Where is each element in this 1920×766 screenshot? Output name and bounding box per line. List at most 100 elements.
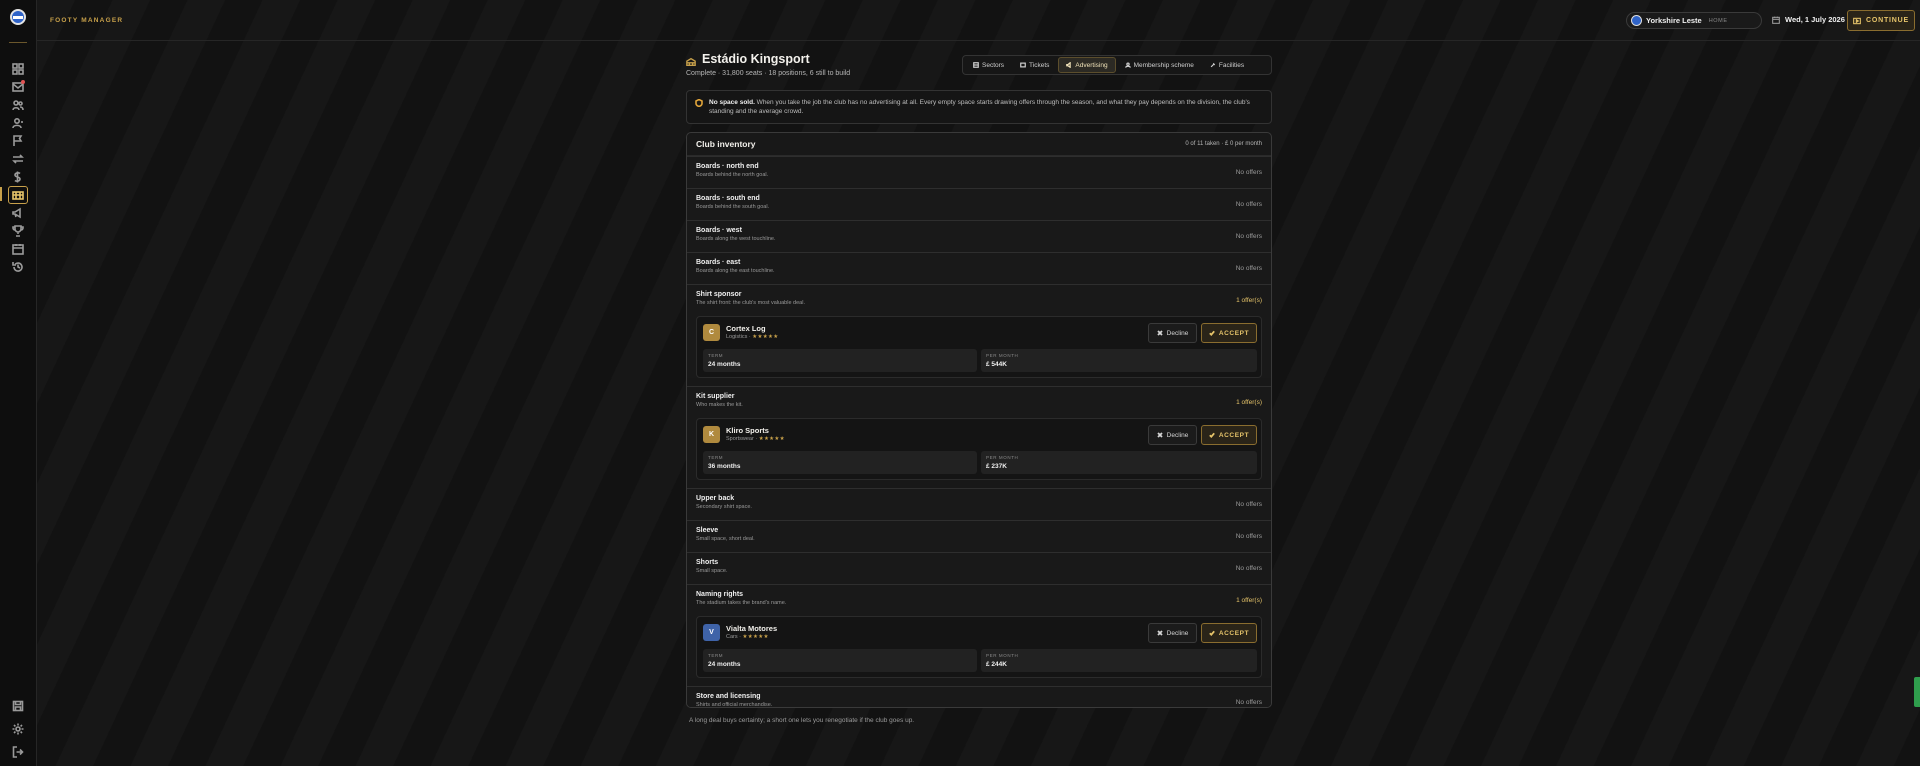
decline-label: Decline: [1166, 629, 1189, 637]
slot-name: Kit supplier: [696, 393, 735, 400]
tab-facilities[interactable]: Facilities: [1203, 57, 1251, 73]
term-box: TERM 36 months: [703, 451, 977, 474]
slot-status: No offers: [1235, 201, 1262, 208]
top-bar: FOOTY MANAGER Yorkshire Leste HOME Wed, …: [37, 0, 1920, 41]
inventory-title: Club inventory: [696, 139, 756, 149]
per-month-box: PER MONTH £ 544K: [981, 349, 1257, 372]
tactics-flag-icon[interactable]: [11, 134, 25, 148]
slot-name: Boards · south end: [696, 195, 760, 202]
advertising-megaphone-icon[interactable]: [11, 206, 25, 220]
trophy-icon[interactable]: [11, 224, 25, 238]
sponsor-name: Cortex Log: [726, 324, 766, 333]
term-value: 36 months: [708, 463, 741, 470]
settings-icon[interactable]: [11, 722, 25, 736]
category-text: Sportswear: [726, 436, 754, 442]
club-name: Yorkshire Leste: [1646, 16, 1702, 25]
game-date: Wed, 1 July 2026: [1772, 15, 1845, 24]
club-badge-icon: [1631, 15, 1642, 26]
slot-description: Small space.: [696, 568, 728, 574]
staff-icon[interactable]: [11, 116, 25, 130]
offer-card: K Kliro Sports Sportswear · ★★★★★ Declin…: [696, 418, 1262, 480]
per-month-label: PER MONTH: [986, 353, 1019, 358]
slot-status: 1 offer(s): [1236, 297, 1262, 304]
term-box: TERM 24 months: [703, 349, 977, 372]
slot-description: Small space, short deal.: [696, 536, 755, 542]
club-logo[interactable]: [10, 9, 26, 25]
tab-label: Tickets: [1029, 61, 1050, 69]
notice-bold: No space sold.: [709, 99, 755, 106]
tab-tickets[interactable]: Tickets: [1013, 57, 1056, 73]
term-label: TERM: [708, 653, 724, 658]
stadium-icon[interactable]: [8, 186, 28, 204]
slot-status: No offers: [1235, 565, 1262, 572]
logout-icon[interactable]: [11, 745, 25, 759]
accept-label: ACCEPT: [1218, 431, 1250, 439]
finances-icon[interactable]: [11, 170, 25, 184]
play-icon: [1853, 17, 1861, 24]
tab-label: Advertising: [1075, 61, 1108, 69]
decline-button[interactable]: Decline: [1148, 623, 1197, 643]
check-icon: [1208, 330, 1215, 336]
unread-dot: [21, 80, 25, 84]
category-text: Cars: [726, 634, 738, 640]
slot-description: Boards along the west touchline.: [696, 236, 776, 242]
inbox-icon[interactable]: [11, 80, 25, 94]
decline-button[interactable]: Decline: [1148, 425, 1197, 445]
continue-label: CONTINUE: [1866, 17, 1909, 24]
side-panel-handle[interactable]: [1914, 677, 1920, 707]
sidebar-divider: [9, 42, 27, 43]
slot-status: 1 offer(s): [1236, 399, 1262, 406]
continue-button[interactable]: CONTINUE: [1847, 10, 1915, 31]
offer-card: V Vialta Motores Cars · ★★★★★ Decline AC…: [696, 616, 1262, 678]
footnote: A long deal buys certainty; a short one …: [689, 717, 915, 724]
check-icon: [1208, 630, 1215, 636]
wrench-icon: [1210, 62, 1215, 68]
term-box: TERM 24 months: [703, 649, 977, 672]
decline-label: Decline: [1166, 431, 1189, 439]
slot-description: Shirts and official merchandise.: [696, 702, 773, 708]
sponsor-logo: V: [703, 624, 720, 641]
home-icon[interactable]: [11, 62, 25, 76]
tab-label: Membership scheme: [1133, 61, 1194, 69]
calendar-icon[interactable]: [11, 242, 25, 256]
inventory-summary: 0 of 11 taken · £ 0 per month: [1185, 141, 1262, 147]
per-month-label: PER MONTH: [986, 653, 1019, 658]
sponsor-name: Vialta Motores: [726, 624, 778, 633]
decline-button[interactable]: Decline: [1148, 323, 1197, 343]
member-icon: [1124, 62, 1131, 68]
inventory-slot: Sleeve Small space, short deal. No offer…: [687, 520, 1271, 552]
history-icon[interactable]: [11, 260, 25, 274]
slot-description: The shirt front: the club's most valuabl…: [696, 300, 805, 306]
transfers-icon[interactable]: [11, 152, 25, 166]
club-inventory-panel: Club inventory 0 of 11 taken · £ 0 per m…: [686, 132, 1272, 708]
save-icon[interactable]: [11, 699, 25, 713]
tab-advertising[interactable]: Advertising: [1058, 57, 1116, 73]
slot-description: Boards behind the south goal.: [696, 204, 770, 210]
accept-button[interactable]: ACCEPT: [1201, 623, 1257, 643]
tab-sectors[interactable]: Sectors: [966, 57, 1011, 73]
slot-name: Sleeve: [696, 527, 719, 534]
slot-description: Boards along the east touchline.: [696, 268, 775, 274]
slot-name: Boards · north end: [696, 163, 759, 170]
term-label: TERM: [708, 455, 724, 460]
info-notice: No space sold. When you take the job the…: [686, 90, 1272, 124]
ticket-icon: [1020, 62, 1026, 68]
club-switcher[interactable]: Yorkshire Leste HOME: [1626, 12, 1762, 29]
date-text: Wed, 1 July 2026: [1785, 15, 1845, 24]
slot-name: Upper back: [696, 495, 735, 502]
inventory-slot: Shorts Small space. No offers: [687, 552, 1271, 584]
inventory-slot: Upper back Secondary shirt space. No off…: [687, 488, 1271, 520]
accept-button[interactable]: ACCEPT: [1201, 425, 1257, 445]
accept-label: ACCEPT: [1218, 329, 1250, 337]
decline-label: Decline: [1166, 329, 1189, 337]
check-icon: [1208, 432, 1215, 438]
rating-stars: ★★★★★: [752, 334, 779, 340]
slot-status: No offers: [1235, 265, 1262, 272]
tab-membership-scheme[interactable]: Membership scheme: [1118, 57, 1201, 73]
squad-icon[interactable]: [11, 98, 25, 112]
slot-description: Who makes the kit.: [696, 402, 743, 408]
per-month-label: PER MONTH: [986, 455, 1019, 460]
notice-text: When you take the job the club has no ad…: [709, 99, 1250, 115]
club-tag: HOME: [1708, 17, 1728, 24]
accept-button[interactable]: ACCEPT: [1201, 323, 1257, 343]
